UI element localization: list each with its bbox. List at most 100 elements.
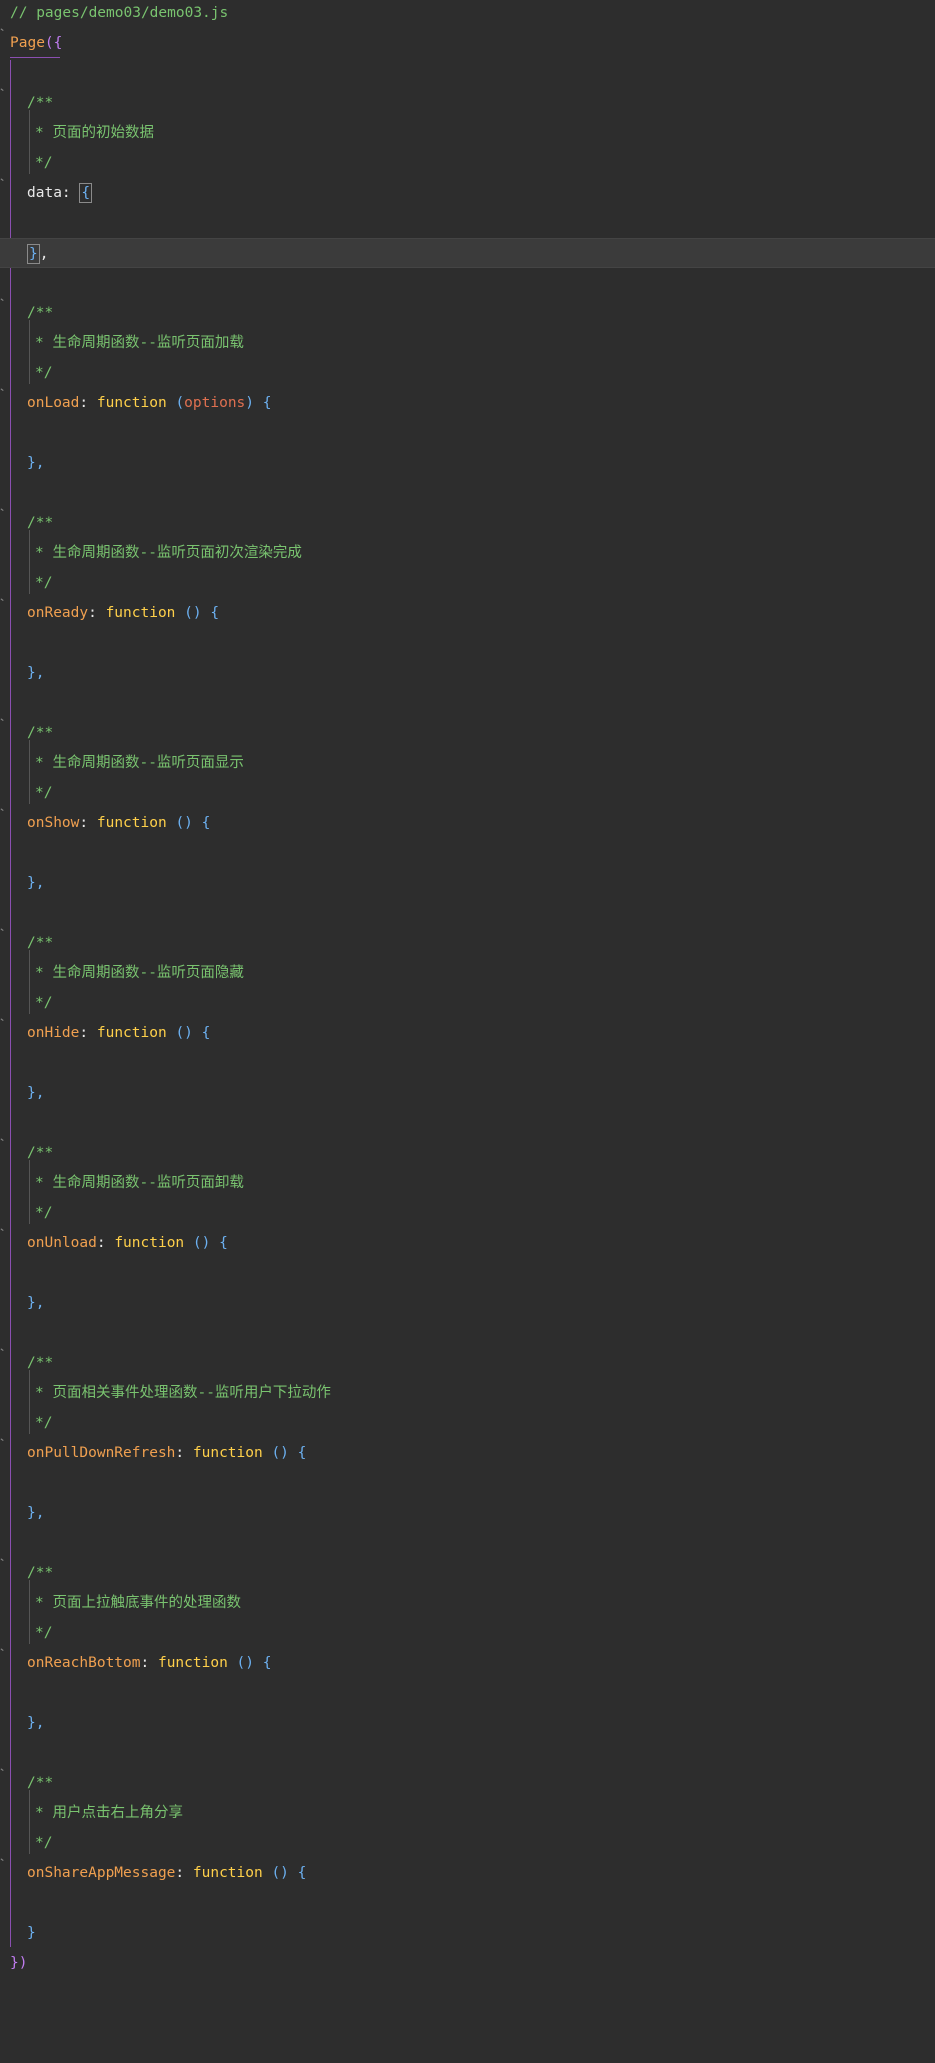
code-line[interactable]: */: [0, 568, 935, 598]
code-line[interactable]: /**: [0, 1348, 935, 1378]
onreachbottom-declaration: onReachBottom: function () {: [27, 1648, 271, 1678]
code-line[interactable]: onReachBottom: function () {: [0, 1648, 935, 1678]
function-keyword: function: [192, 1865, 263, 1881]
comment-close: */: [35, 1205, 53, 1221]
params: (): [175, 815, 193, 831]
code-line[interactable]: /**: [0, 928, 935, 958]
block-close: },: [27, 1505, 45, 1521]
code-line[interactable]: },: [0, 1078, 935, 1108]
method-name: onReachBottom: [27, 1655, 141, 1671]
code-line[interactable]: * 生命周期函数--监听页面卸载: [0, 1168, 935, 1198]
colon: :: [79, 1025, 89, 1041]
colon: :: [79, 815, 89, 831]
code-line[interactable]: * 页面相关事件处理函数--监听用户下拉动作: [0, 1378, 935, 1408]
colon: :: [79, 395, 89, 411]
comment-data: * 页面的初始数据: [35, 125, 154, 141]
code-line[interactable]: * 生命周期函数--监听页面加载: [0, 328, 935, 358]
code-line[interactable]: data: {: [0, 178, 935, 208]
code-line[interactable]: */: [0, 358, 935, 388]
code-line[interactable]: /**: [0, 88, 935, 118]
code-line[interactable]: * 生命周期函数--监听页面显示: [0, 748, 935, 778]
code-line[interactable]: /**: [0, 1558, 935, 1588]
code-line[interactable]: * 页面的初始数据: [0, 118, 935, 148]
code-line[interactable]: * 页面上拉触底事件的处理函数: [0, 1588, 935, 1618]
code-line[interactable]: Page({: [0, 28, 935, 58]
code-line[interactable]: */: [0, 1198, 935, 1228]
comment-open: /**: [27, 1355, 54, 1371]
file-comment: // pages/demo03/demo03.js: [10, 5, 229, 21]
code-line[interactable]: * 用户点击右上角分享: [0, 1798, 935, 1828]
code-line[interactable]: */: [0, 988, 935, 1018]
code-line[interactable]: onPullDownRefresh: function () {: [0, 1438, 935, 1468]
code-line[interactable]: },: [0, 1288, 935, 1318]
comment-onshow: * 生命周期函数--监听页面显示: [35, 755, 244, 771]
code-line[interactable]: * 生命周期函数--监听页面初次渲染完成: [0, 538, 935, 568]
comment-open: /**: [27, 725, 54, 741]
comment-onunload: * 生命周期函数--监听页面卸载: [35, 1175, 244, 1191]
code-line[interactable]: */: [0, 1618, 935, 1648]
block-close: },: [27, 1085, 45, 1101]
colon: :: [175, 1445, 185, 1461]
block-close: },: [27, 665, 45, 681]
code-line[interactable]: },: [0, 868, 935, 898]
code-line[interactable]: /**: [0, 298, 935, 328]
colon: :: [140, 1655, 150, 1671]
page-close: }): [10, 1955, 28, 1971]
brace-open: {: [297, 1445, 307, 1461]
code-line[interactable]: */: [0, 1408, 935, 1438]
comment-close: */: [35, 365, 53, 381]
method-name: onReady: [27, 605, 89, 621]
colon: :: [88, 605, 97, 621]
code-line[interactable]: /**: [0, 1768, 935, 1798]
code-line[interactable]: */: [0, 1828, 935, 1858]
function-keyword: function: [105, 605, 176, 621]
method-name: onShareAppMessage: [27, 1865, 176, 1881]
code-line[interactable]: */: [0, 778, 935, 808]
code-editor[interactable]: // pages/demo03/demo03.js Page({ /** * 页…: [0, 0, 935, 2063]
block-close: }: [27, 1925, 36, 1941]
brace-open: {: [219, 1235, 228, 1251]
comment-close: */: [35, 1625, 53, 1641]
comment-open: /**: [27, 95, 54, 111]
code-line[interactable]: */: [0, 148, 935, 178]
brace-open: {: [201, 815, 211, 831]
code-line-current[interactable]: },: [0, 238, 935, 268]
function-keyword: function: [157, 1655, 228, 1671]
code-line[interactable]: },: [0, 448, 935, 478]
method-name: onLoad: [27, 395, 80, 411]
comment-onshareappmessage: * 用户点击右上角分享: [35, 1805, 183, 1821]
onshow-declaration: onShow: function () {: [27, 808, 210, 838]
function-keyword: function: [192, 1445, 263, 1461]
code-line[interactable]: /**: [0, 508, 935, 538]
page-open-paren: (: [44, 35, 54, 51]
code-line[interactable]: },: [0, 1708, 935, 1738]
method-name: onPullDownRefresh: [27, 1445, 176, 1461]
code-line[interactable]: /**: [0, 718, 935, 748]
comment-onhide: * 生命周期函数--监听页面隐藏: [35, 965, 244, 981]
code-line[interactable]: },: [0, 1498, 935, 1528]
code-line[interactable]: onUnload: function () {: [0, 1228, 935, 1258]
block-close: },: [27, 1295, 45, 1311]
code-line[interactable]: onHide: function () {: [0, 1018, 935, 1048]
code-line[interactable]: // pages/demo03/demo03.js: [0, 0, 935, 28]
params: (): [236, 1655, 255, 1671]
colon: :: [96, 1235, 106, 1251]
comment-close: */: [35, 995, 53, 1011]
code-line[interactable]: },: [0, 658, 935, 688]
data-property: data: {: [27, 178, 93, 208]
code-line[interactable]: }): [0, 1948, 935, 1978]
code-line[interactable]: * 生命周期函数--监听页面隐藏: [0, 958, 935, 988]
comment-close: */: [35, 1835, 53, 1851]
block-close: },: [27, 1715, 45, 1731]
code-line[interactable]: /**: [0, 1138, 935, 1168]
comment-open: /**: [27, 305, 54, 321]
code-line[interactable]: onReady: function () {: [0, 598, 935, 628]
code-line[interactable]: }: [0, 1918, 935, 1948]
function-keyword: function: [96, 815, 167, 831]
code-line[interactable]: onLoad: function (options) {: [0, 388, 935, 418]
code-line[interactable]: onShareAppMessage: function () {: [0, 1858, 935, 1888]
page-function-name: Page: [10, 35, 45, 51]
code-line[interactable]: onShow: function () {: [0, 808, 935, 838]
comment-open: /**: [27, 515, 54, 531]
comment-close: */: [35, 1415, 53, 1431]
